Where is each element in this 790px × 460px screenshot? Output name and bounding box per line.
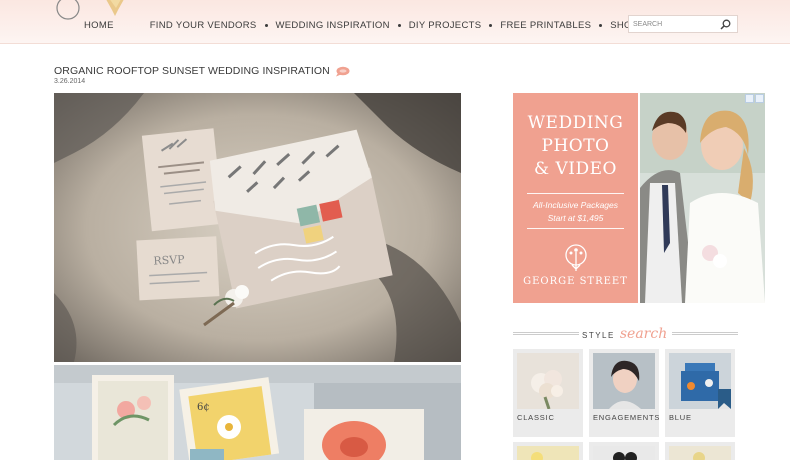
- row2-thumbnail[interactable]: [669, 446, 731, 460]
- search-box: [628, 15, 738, 33]
- ad-brand-name: GEORGE STREET: [523, 276, 628, 287]
- style-search-heading: STYLE search: [582, 326, 667, 342]
- logo-ring-icon: [56, 0, 80, 20]
- logo-gold-icon[interactable]: [84, 0, 146, 18]
- ad-subtext-2: Start at $1,495: [547, 213, 604, 223]
- ad-headline-line2: PHOTO: [541, 136, 610, 156]
- ad-divider: [527, 228, 624, 229]
- nav-separator: [599, 23, 603, 27]
- nav-home[interactable]: HOME: [84, 20, 114, 31]
- nav-wedding-inspiration[interactable]: WEDDING INSPIRATION: [276, 20, 390, 31]
- george-street-logo-icon: [565, 244, 587, 271]
- ad-info-icon[interactable]: [745, 94, 754, 103]
- nav-diy-projects[interactable]: DIY PROJECTS: [409, 20, 482, 31]
- nav-free-printables[interactable]: FREE PRINTABLES: [500, 20, 591, 31]
- ad-couple-photo[interactable]: [640, 93, 765, 303]
- site-header: HOME FIND YOUR VENDORS WEDDING INSPIRATI…: [0, 0, 790, 44]
- post-title-text[interactable]: ORGANIC ROOFTOP SUNSET WEDDING INSPIRATI…: [54, 65, 330, 77]
- svg-text:6¢: 6¢: [197, 402, 210, 413]
- ad-headline-line1: WEDDING: [527, 113, 624, 133]
- style-search-label: STYLE: [582, 331, 615, 340]
- style-tile-engagements[interactable]: ENGAGEMENTS: [589, 349, 659, 437]
- classic-thumbnail[interactable]: [517, 353, 579, 409]
- nav-separator: [397, 23, 401, 27]
- blue-thumbnail[interactable]: [669, 353, 731, 409]
- style-tile-label[interactable]: ENGAGEMENTS: [593, 413, 660, 422]
- style-tile-classic[interactable]: CLASSIC: [513, 349, 583, 437]
- ad-banner[interactable]: WEDDING PHOTO & VIDEO All-Inclusive Pack…: [513, 93, 638, 303]
- ad-subtext-1: All-Inclusive Packages: [532, 200, 619, 210]
- nav-separator: [264, 23, 268, 27]
- ad-divider: [527, 193, 624, 194]
- style-search-script: search: [619, 326, 668, 342]
- post-title[interactable]: ORGANIC ROOFTOP SUNSET WEDDING INSPIRATI…: [54, 65, 350, 77]
- nav-separator: [489, 23, 493, 27]
- main-nav: HOME FIND YOUR VENDORS WEDDING INSPIRATI…: [84, 18, 638, 32]
- magnifier-icon[interactable]: [717, 16, 733, 32]
- post-photo-stationery[interactable]: RSVP: [54, 93, 461, 362]
- svg-text:RSVP: RSVP: [153, 253, 185, 268]
- style-tile-row2[interactable]: [665, 442, 735, 460]
- row2-thumbnail[interactable]: [517, 446, 579, 460]
- style-tile-row2[interactable]: [589, 442, 659, 460]
- speech-bubble-icon[interactable]: [335, 66, 350, 77]
- post-photo-stamps[interactable]: 6¢: [54, 365, 461, 460]
- style-search-rule-right: [672, 332, 738, 335]
- nav-find-your-vendors[interactable]: FIND YOUR VENDORS: [150, 20, 257, 31]
- style-tile-blue[interactable]: BLUE: [665, 349, 735, 437]
- style-tile-label[interactable]: CLASSIC: [517, 413, 555, 422]
- style-tile-label[interactable]: BLUE: [669, 413, 692, 422]
- ad-choices-icon[interactable]: [745, 94, 764, 103]
- search-input[interactable]: [629, 16, 717, 32]
- ad-close-icon[interactable]: [755, 94, 764, 103]
- style-search-rule-left: [513, 332, 579, 335]
- post-date: 3.26.2014: [54, 78, 86, 85]
- ad-headline-line3: & VIDEO: [533, 159, 617, 179]
- row2-thumbnail[interactable]: [593, 446, 655, 460]
- style-tile-row2[interactable]: [513, 442, 583, 460]
- engagements-thumbnail[interactable]: [593, 353, 655, 409]
